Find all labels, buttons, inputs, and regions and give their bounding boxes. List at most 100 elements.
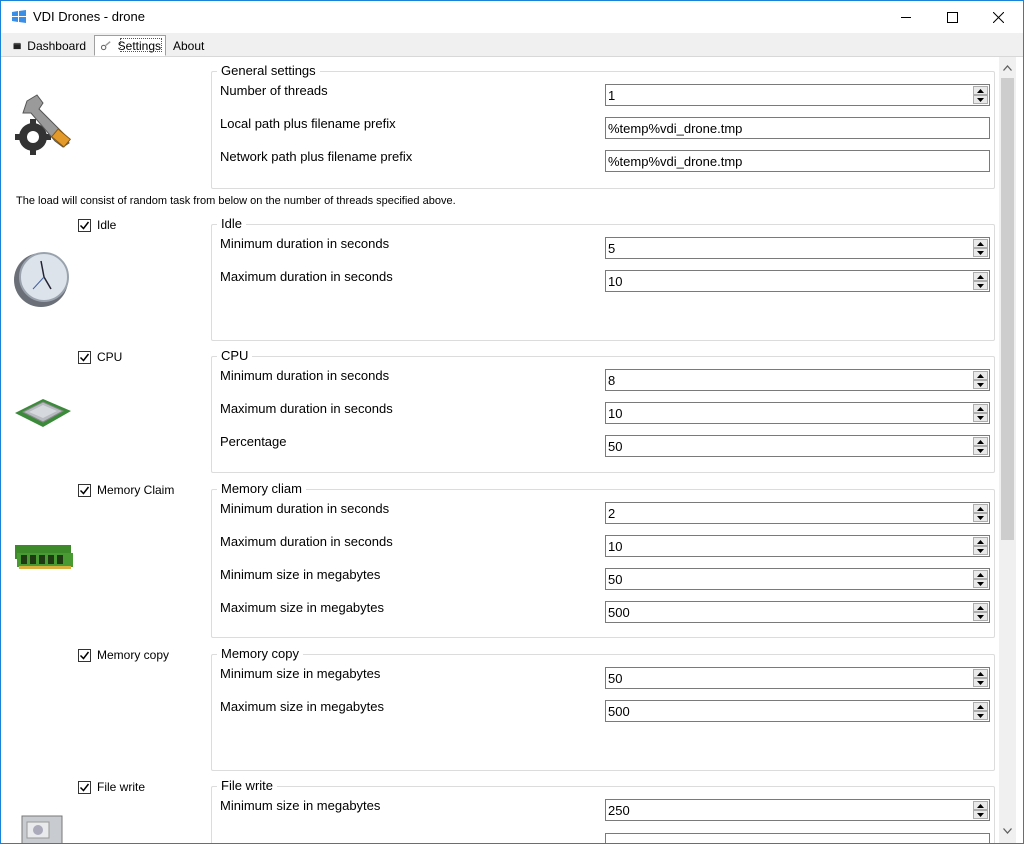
spin-down-button[interactable] — [973, 546, 988, 555]
filewrite-next-field-partial[interactable] — [605, 833, 990, 843]
scroll-thumb[interactable] — [1001, 78, 1014, 540]
memory-copy-checkbox[interactable]: Memory copy — [78, 648, 169, 662]
arrow-down-icon — [977, 250, 984, 255]
cpu-min-stepper[interactable]: 8 — [605, 369, 990, 391]
memclaim-min-value: 2 — [608, 506, 616, 521]
group-title: File write — [217, 778, 278, 793]
spin-down-button[interactable] — [973, 95, 988, 104]
file-write-checkbox[interactable]: File write — [78, 780, 145, 794]
memclaim-maxsize-label: Maximum size in megabytes — [220, 600, 384, 615]
spin-buttons — [973, 239, 988, 257]
spin-up-button[interactable] — [973, 702, 988, 711]
memclaim-min-label: Minimum duration in seconds — [220, 501, 390, 516]
arrow-down-icon — [977, 382, 984, 387]
spin-down-button[interactable] — [973, 281, 988, 290]
spin-down-button[interactable] — [973, 513, 988, 522]
idle-max-stepper[interactable]: 10 — [605, 270, 990, 292]
idle-checkbox[interactable]: Idle — [78, 218, 116, 232]
local-path-value: %temp%vdi_drone.tmp — [608, 121, 743, 136]
local-path-label: Local path plus filename prefix — [220, 116, 396, 131]
arrow-up-icon — [977, 439, 984, 444]
memclaim-maxsize-value: 500 — [608, 605, 630, 620]
checkbox-label: File write — [97, 780, 146, 794]
idle-min-value: 5 — [608, 241, 616, 256]
cpu-max-value: 10 — [608, 406, 623, 421]
spin-buttons — [973, 437, 988, 455]
spin-up-button[interactable] — [973, 239, 988, 248]
cpu-max-stepper[interactable]: 10 — [605, 402, 990, 424]
spin-up-button[interactable] — [973, 537, 988, 546]
cpu-checkbox[interactable]: CPU — [78, 350, 122, 364]
close-icon — [992, 11, 1004, 23]
scroll-up-button[interactable] — [999, 59, 1016, 76]
filewrite-minsize-stepper[interactable]: 250 — [605, 799, 990, 821]
cpu-pct-stepper[interactable]: 50 — [605, 435, 990, 457]
idle-min-stepper[interactable]: 5 — [605, 237, 990, 259]
spin-down-button[interactable] — [973, 711, 988, 720]
network-path-input[interactable]: %temp%vdi_drone.tmp — [605, 150, 990, 172]
arrow-up-icon — [977, 88, 984, 93]
memclaim-minsize-stepper[interactable]: 50 — [605, 568, 990, 590]
spin-up-button[interactable] — [973, 669, 988, 678]
tab-dashboard[interactable]: Dashboard — [8, 36, 90, 56]
tab-about[interactable]: About — [168, 36, 212, 56]
spin-up-button[interactable] — [973, 504, 988, 513]
memclaim-min-stepper[interactable]: 2 — [605, 502, 990, 524]
tab-settings[interactable]: Settings — [94, 35, 166, 56]
idle-max-label: Maximum duration in seconds — [220, 269, 393, 284]
memcopy-maxsize-value: 500 — [608, 704, 630, 719]
checkbox-label: Memory copy — [97, 648, 170, 662]
spin-down-button[interactable] — [973, 380, 988, 389]
maximize-button[interactable] — [929, 1, 975, 33]
arrow-up-icon — [977, 704, 984, 709]
spin-buttons — [973, 801, 988, 819]
memcopy-maxsize-stepper[interactable]: 500 — [605, 700, 990, 722]
spin-down-button[interactable] — [973, 446, 988, 455]
checkmark-icon — [79, 651, 90, 660]
spin-buttons — [973, 570, 988, 588]
spin-buttons — [973, 86, 988, 104]
vertical-scrollbar[interactable] — [999, 57, 1016, 843]
checkmark-icon — [79, 783, 90, 792]
app-window: VDI Drones - drone Dashboard Settings Ab… — [0, 0, 1024, 844]
spin-down-button[interactable] — [973, 248, 988, 257]
spin-down-button[interactable] — [973, 612, 988, 621]
group-title: General settings — [217, 63, 320, 78]
spin-up-button[interactable] — [973, 801, 988, 810]
spin-up-button[interactable] — [973, 570, 988, 579]
arrow-up-icon — [977, 803, 984, 808]
memory-claim-checkbox[interactable]: Memory Claim — [78, 483, 174, 497]
minimize-button[interactable] — [883, 1, 929, 33]
spin-up-button[interactable] — [973, 404, 988, 413]
spin-up-button[interactable] — [973, 371, 988, 380]
arrow-up-icon — [977, 539, 984, 544]
cpu-pct-value: 50 — [608, 439, 623, 454]
arrow-up-icon — [977, 572, 984, 577]
spin-down-button[interactable] — [973, 810, 988, 819]
group-title: Memory copy — [217, 646, 304, 661]
arrow-down-icon — [977, 515, 984, 520]
memcopy-minsize-stepper[interactable]: 50 — [605, 667, 990, 689]
threads-label: Number of threads — [220, 83, 328, 98]
scroll-down-button[interactable] — [999, 822, 1016, 839]
memclaim-max-stepper[interactable]: 10 — [605, 535, 990, 557]
memclaim-maxsize-stepper[interactable]: 500 — [605, 601, 990, 623]
spin-down-button[interactable] — [973, 413, 988, 422]
spin-down-button[interactable] — [973, 579, 988, 588]
close-button[interactable] — [975, 1, 1021, 33]
spin-up-button[interactable] — [973, 603, 988, 612]
memcopy-maxsize-label: Maximum size in megabytes — [220, 699, 384, 714]
group-title: CPU — [217, 348, 253, 363]
checkbox-label: Idle — [97, 218, 117, 232]
hard-drive-icon — [21, 815, 63, 843]
arrow-down-icon — [977, 448, 984, 453]
threads-stepper[interactable]: 1 — [605, 84, 990, 106]
spin-up-button[interactable] — [973, 272, 988, 281]
group-title: Memory cliam — [217, 481, 306, 496]
clock-icon — [14, 252, 69, 307]
arrow-down-icon — [977, 97, 984, 102]
spin-up-button[interactable] — [973, 437, 988, 446]
spin-down-button[interactable] — [973, 678, 988, 687]
spin-up-button[interactable] — [973, 86, 988, 95]
local-path-input[interactable]: %temp%vdi_drone.tmp — [605, 117, 990, 139]
